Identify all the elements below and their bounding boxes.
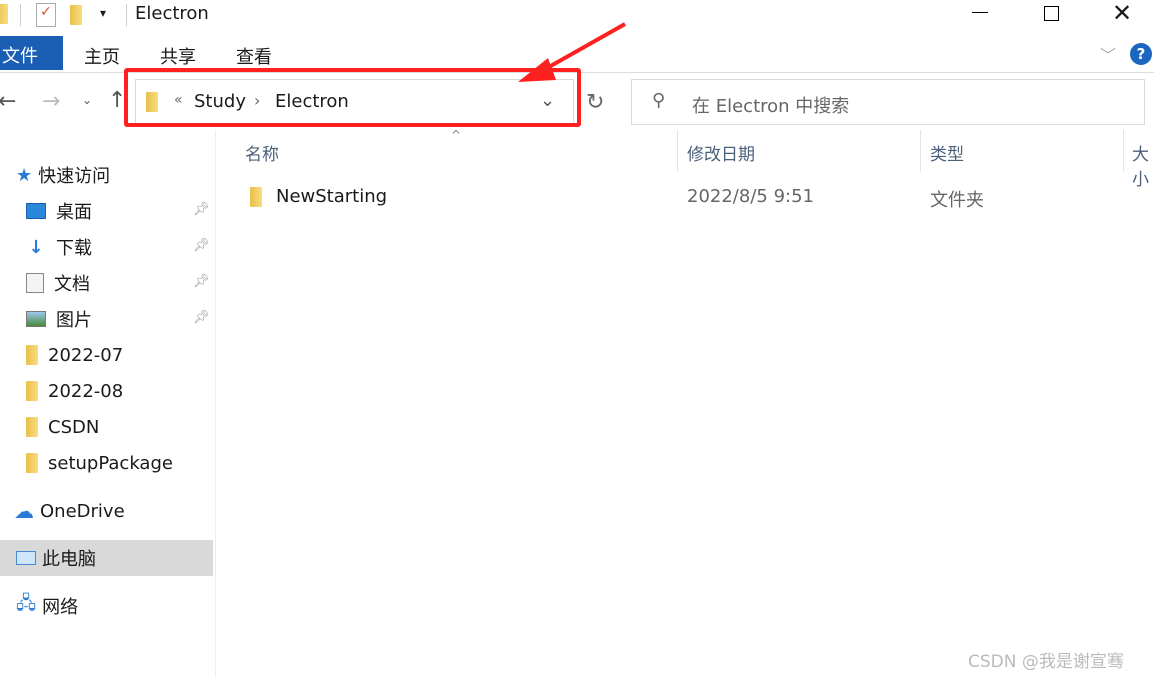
computer-icon [16, 551, 36, 565]
folder-icon [26, 417, 38, 437]
sidebar-network[interactable]: 🖧︎ 网络 [16, 591, 78, 621]
download-icon: ↓ [28, 236, 44, 258]
sidebar-item-2022-08[interactable]: 2022-08 [26, 376, 123, 406]
sort-up-icon: ^ [451, 128, 462, 142]
cloud-icon: ☁ [14, 499, 34, 523]
file-name[interactable]: NewStarting [276, 186, 387, 207]
forward-button[interactable]: → [42, 89, 60, 114]
column-divider[interactable] [677, 130, 678, 172]
column-divider[interactable] [1123, 130, 1124, 172]
column-divider[interactable] [920, 130, 921, 172]
document-icon [26, 273, 44, 293]
sidebar-label: 网络 [42, 597, 79, 618]
file-row[interactable]: NewStarting 2022/8/5 9:51 文件夹 [240, 182, 1154, 212]
desktop-icon [26, 203, 46, 219]
star-icon: ★ [16, 164, 33, 186]
sidebar-label: 桌面 [56, 202, 92, 223]
annotation-arrow [518, 22, 626, 82]
sidebar-divider [215, 130, 216, 677]
customize-toolbar-icon[interactable]: ▾ [100, 6, 106, 20]
sidebar-label: 文档 [54, 274, 90, 295]
folder-icon [26, 453, 38, 473]
pin-icon[interactable]: 📌︎ [193, 274, 210, 289]
sidebar-item-2022-07[interactable]: 2022-07 [26, 340, 123, 370]
minimize-button[interactable] [972, 12, 988, 13]
sidebar-label: 快速访问 [38, 166, 111, 187]
divider [126, 4, 127, 26]
file-modified: 2022/8/5 9:51 [687, 186, 814, 207]
pin-icon[interactable]: 📌︎ [193, 310, 210, 325]
maximize-button[interactable] [1044, 6, 1059, 21]
help-icon[interactable]: ? [1130, 43, 1152, 65]
folder-icon [0, 4, 8, 24]
tab-view[interactable]: 查看 [236, 43, 272, 69]
file-type: 文件夹 [930, 190, 984, 211]
sidebar-item-pictures[interactable]: 图片 [26, 304, 92, 334]
watermark: CSDN @我是谢宣骞 [968, 652, 1124, 672]
sidebar-item-csdn[interactable]: CSDN [26, 412, 99, 442]
back-button[interactable]: ← [0, 89, 16, 114]
column-name[interactable]: 名称 [245, 140, 279, 165]
sidebar-label: 下载 [56, 238, 92, 259]
divider [20, 4, 21, 26]
column-type[interactable]: 类型 [930, 140, 964, 165]
pin-icon[interactable]: 📌︎ [193, 238, 210, 253]
tab-home[interactable]: 主页 [84, 43, 120, 69]
pin-icon[interactable]: 📌︎ [193, 202, 210, 217]
network-icon: 🖧︎ [16, 593, 37, 614]
close-button[interactable]: ✕ [1112, 0, 1132, 27]
column-modified[interactable]: 修改日期 [687, 140, 755, 165]
picture-icon [26, 311, 46, 327]
tab-file[interactable]: 文件 [0, 36, 63, 70]
new-folder-icon[interactable] [70, 5, 82, 25]
sidebar-quick-access[interactable]: ★ 快速访问 [16, 160, 110, 190]
sidebar-label: 图片 [56, 310, 92, 331]
search-icon: ⚲ [652, 90, 666, 111]
sidebar-label: setupPackage [48, 452, 173, 474]
sidebar-label: CSDN [48, 416, 100, 438]
sidebar-label: 2022-07 [48, 344, 124, 366]
folder-icon [250, 187, 262, 207]
sidebar-this-pc[interactable]: 此电脑 [16, 543, 96, 573]
sidebar-onedrive[interactable]: ☁ OneDrive [14, 496, 125, 526]
tab-share[interactable]: 共享 [160, 43, 196, 69]
search-box[interactable]: ⚲ 在 Electron 中搜索 [631, 79, 1145, 125]
folder-icon [26, 345, 38, 365]
refresh-button[interactable]: ↻ [586, 90, 604, 115]
window-title: Electron [135, 3, 209, 24]
sidebar-label: OneDrive [40, 500, 125, 522]
sidebar-label: 2022-08 [48, 380, 124, 402]
sidebar-item-setuppackage[interactable]: setupPackage [26, 448, 173, 478]
recent-locations-icon[interactable]: ⌄ [82, 93, 92, 107]
sidebar-item-documents[interactable]: 文档 [26, 268, 90, 298]
search-input[interactable]: 在 Electron 中搜索 [692, 92, 849, 118]
properties-icon[interactable]: ✓ [36, 3, 56, 27]
expand-ribbon-icon[interactable]: ﹀ [1100, 42, 1116, 66]
folder-icon [26, 381, 38, 401]
sidebar-item-downloads[interactable]: ↓ 下载 [26, 232, 92, 262]
sidebar-item-desktop[interactable]: 桌面 [26, 196, 92, 226]
sidebar-label: 此电脑 [42, 549, 96, 570]
